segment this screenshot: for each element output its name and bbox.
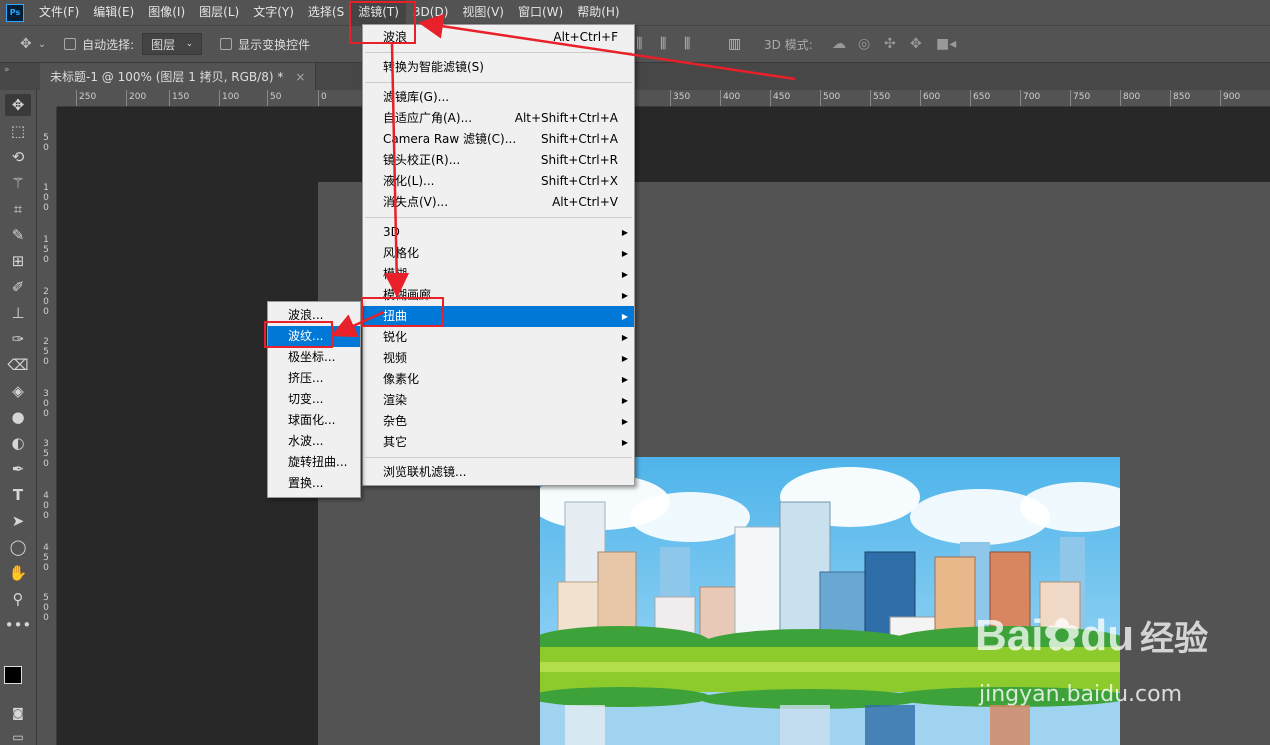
watermark-url: jingyan.baidu.com [979, 682, 1183, 707]
baidu-watermark: Bai✿du 经验 jingyan.baidu.com [975, 600, 1215, 720]
annotation-arrow [330, 310, 385, 338]
watermark-logo: Bai✿du 经验 [975, 610, 1208, 661]
paw-icon: ✿ [1043, 611, 1081, 660]
watermark-brand: Bai [975, 611, 1044, 660]
annotation-arrow [384, 43, 410, 298]
annotation-arrow [418, 13, 796, 81]
watermark-suffix: 经验 [1140, 620, 1209, 658]
watermark-brand-tail: du [1080, 611, 1135, 660]
